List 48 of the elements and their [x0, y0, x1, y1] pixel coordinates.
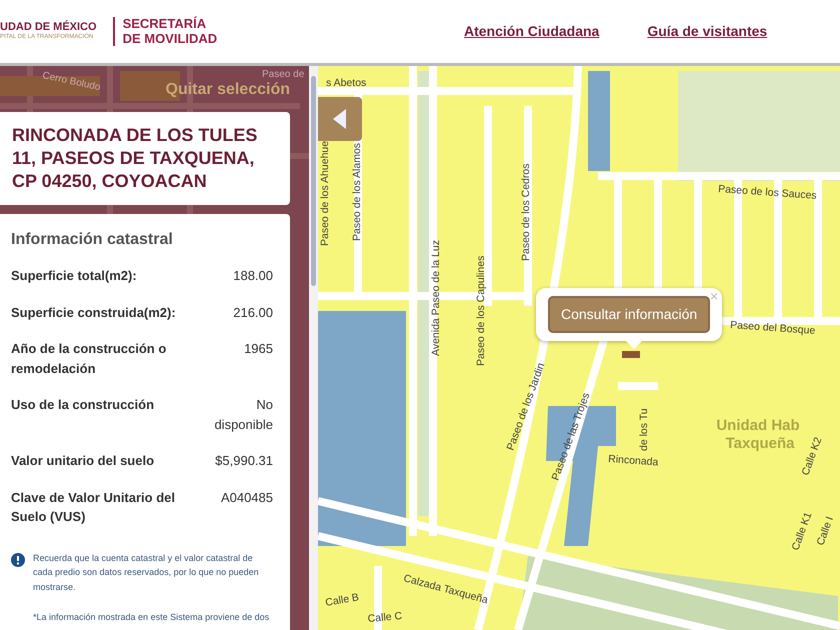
agency-name: DE MOVILIDAD	[122, 32, 218, 46]
street-label: Avenida Paseo de la Luz	[430, 240, 442, 356]
field-value: 1965	[244, 340, 273, 358]
field-value: $5,990.31	[215, 452, 273, 470]
field-label: Superficie construida(m2):	[11, 304, 176, 322]
street-label: Calle B	[324, 591, 360, 609]
street-label: Paseo de	[262, 69, 304, 80]
consult-info-button[interactable]: Consultar información	[548, 296, 710, 333]
field-value: 216.00	[233, 304, 273, 322]
area-label: Unidad Hab Taxqueña	[716, 417, 800, 452]
street-label: Paseo de los Ahuehue	[319, 140, 331, 246]
triangle-left-icon	[333, 109, 347, 129]
info-icon	[11, 552, 25, 567]
agency-name: SECRETARÍA	[122, 17, 208, 32]
field-label: Clave de Valor Unitario del Suelo (VUS)	[11, 488, 176, 526]
street-label: Paseo del Bosque	[730, 319, 816, 337]
notice-text: Recuerda que la cuenta catastral y el valor catastral de cada predio son datos reservados, por lo que no pueden mostrarse.	[33, 552, 260, 594]
close-button[interactable]: ×	[710, 286, 718, 307]
nav-link[interactable]: Guía de visitantes	[647, 21, 768, 42]
field-value: No disponible	[213, 396, 273, 434]
scrollbar[interactable]	[309, 66, 318, 630]
field-value: 188.00	[233, 267, 273, 286]
logo-text: UDAD DE MÉXICO	[0, 20, 97, 33]
field-label: Uso de la construcción	[11, 396, 154, 414]
street-label: Paseo de los Jardin	[504, 361, 548, 452]
street-label: Calle C	[367, 610, 403, 625]
street-label: Calle K1	[790, 510, 814, 552]
street-label: Paseo de los Alamos	[351, 142, 363, 241]
street-label: Paseo de las Trojes	[550, 391, 592, 482]
street-label: Paseo de los Sauces	[718, 183, 818, 202]
collapse-panel-button[interactable]	[318, 97, 362, 141]
street-label: s Abetos	[326, 77, 366, 89]
street-label: Calle I	[814, 514, 836, 548]
street-label: Calle K2	[800, 436, 824, 478]
address-card: RINCONADA DE LOS TULES 11, PASEOS DE TAXQUENA, CP 04250, COYOACAN	[0, 112, 290, 206]
field-label: Valor unitario del suelo	[11, 452, 154, 470]
street-label: de los Tu	[638, 408, 650, 451]
street-label: Paseo de los Capulines	[475, 256, 487, 366]
clear-selection-link[interactable]: Quitar selección	[166, 80, 290, 100]
field-label: Superficie total(m2):	[11, 267, 137, 286]
street-label: Cerro Boludo	[41, 70, 102, 94]
field-label: Año de la construcción o remodelación	[11, 340, 168, 378]
field-value: A040485	[220, 488, 273, 507]
footnote-text: *La información mostrada en este Sistema proviene de dos	[33, 610, 270, 624]
nav-link[interactable]: Atención Ciudadana	[464, 21, 600, 42]
street-label: Rinconada	[608, 453, 659, 468]
section-title: Información catastral	[11, 230, 174, 250]
street-label: Paseo de los Cedros	[520, 164, 532, 261]
